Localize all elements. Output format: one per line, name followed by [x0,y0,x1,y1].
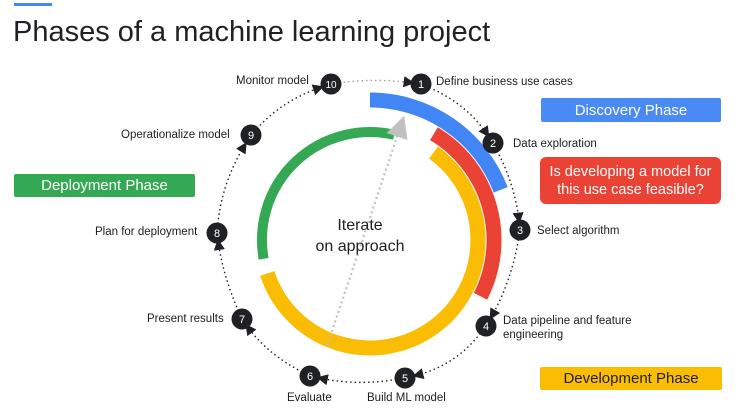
step-4-number: 4 [483,321,489,333]
step-2-label: Data exploration [513,138,597,150]
step-5-node: 5 [394,367,416,389]
step-10-number: 10 [325,80,337,91]
step-7-number: 7 [239,314,245,326]
step-5-label: Build ML model [367,392,446,404]
iterate-line-1: Iterate [337,217,383,234]
step-1-node: 1 [410,73,432,95]
step-3-number: 3 [517,225,523,237]
step-4-node: 4 [475,315,497,337]
step-2-number: 2 [490,138,496,150]
step-6-label: Evaluate [287,392,332,404]
connector-6 [245,323,303,373]
step-4-label: Data pipeline and feature engineering [503,314,632,342]
step-1-number: 1 [418,79,424,91]
step-2-node: 2 [482,132,504,154]
iterate-line-2: on approach [315,238,405,255]
step-9-label: Operationalize model [121,129,230,141]
step-8-node: 8 [206,222,228,244]
step-8-label: Plan for deployment [95,226,198,238]
connector-8 [217,142,247,224]
discovery-phase-badge: Discovery Phase [541,98,721,122]
step-9-node: 9 [240,124,262,146]
step-8-number: 8 [214,228,220,240]
iterate-label: Iterate on approach [295,215,425,257]
connector-10 [339,76,415,88]
step-4-label-line-2: engineering [503,329,564,341]
deployment-phase-badge: Deployment Phase [14,174,195,197]
connector-5 [316,374,397,386]
development-phase-badge: Development Phase [540,367,722,390]
connector-9 [256,84,325,130]
step-4-label-line-1: Data pipeline and feature [503,315,632,327]
step-3-label: Select algorithm [537,225,620,237]
step-7-node: 7 [231,308,253,330]
connector-7 [213,238,240,312]
step-9-number: 9 [248,130,254,142]
step-1-label: Define business use cases [436,76,573,88]
feasibility-question-badge: Is developing a model for this use case … [540,157,721,204]
step-5-number: 5 [402,373,408,385]
step-3-node: 3 [509,219,531,241]
step-6-node: 6 [299,365,321,387]
ml-cycle-diagram: 1 2 3 4 5 6 7 8 9 10 [206,73,531,389]
step-10-label: Monitor model [236,75,309,87]
step-6-number: 6 [307,371,313,383]
step-7-label: Present results [147,313,224,325]
step-10-node: 10 [320,73,342,95]
